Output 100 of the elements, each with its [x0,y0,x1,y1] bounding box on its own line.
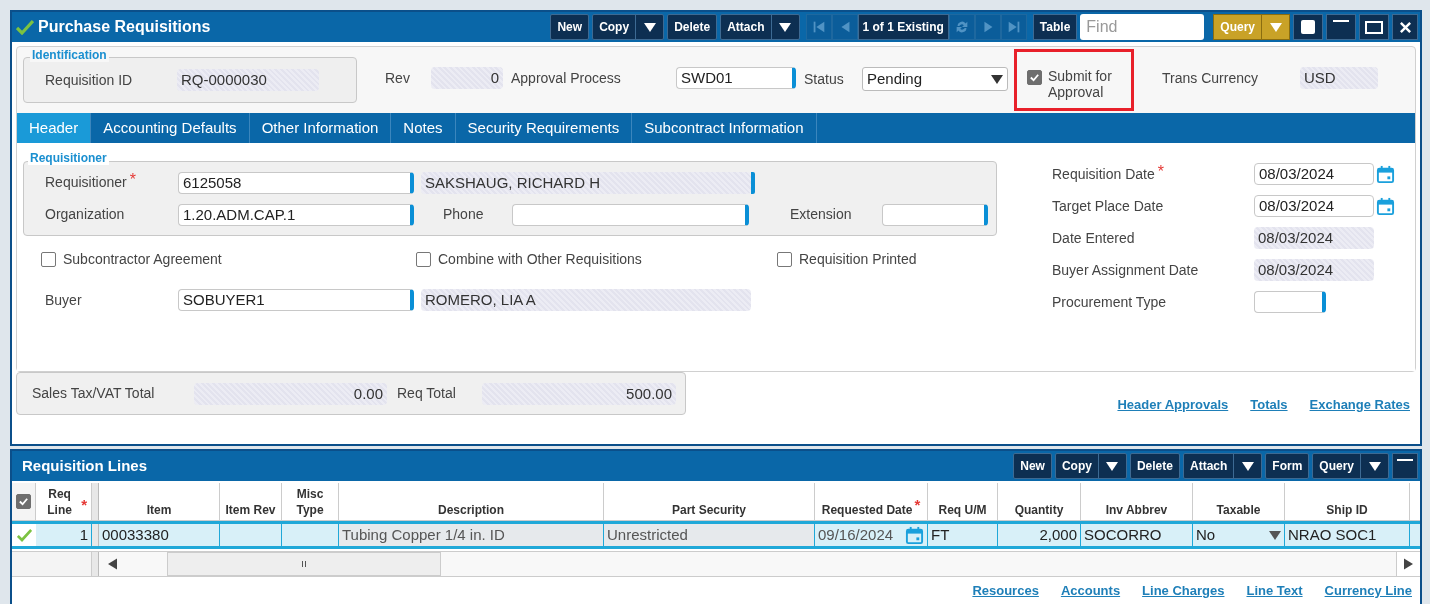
checkbox[interactable] [41,251,56,267]
caret-icon [1269,22,1282,32]
name-field: SAKSHAUG, RICHARD H [421,171,751,194]
calendar-icon[interactable] [905,525,924,545]
toolbar-button[interactable]: Delete [668,15,717,39]
link[interactable]: Line Text [1246,581,1303,601]
column-header[interactable]: Item Rev [220,483,282,520]
field-label: Requisition ID [45,70,133,90]
column-header[interactable]: Taxable [1193,483,1285,520]
text-field[interactable]: SWD01 [676,67,796,89]
link[interactable]: Exchange Rates [1309,394,1410,414]
horizontal-scrollbar[interactable] [99,552,1420,576]
table-cell: SOCORRO [1081,524,1193,546]
table-cell[interactable]: 09/16/2024 [815,524,928,546]
field-label: Procurement Type [1052,292,1167,312]
checkbox-label: Requisition Printed [799,249,917,269]
caret-icon [1368,461,1381,471]
minimize-button[interactable] [1392,453,1418,479]
column-header[interactable]: Description [339,483,604,520]
checkbox[interactable] [16,494,31,509]
column-header[interactable]: Item [99,483,220,520]
column-header[interactable]: Misc Type [282,483,339,520]
record-counter: 1 of 1 Existing [857,14,949,40]
caret-icon [643,22,656,32]
column-header[interactable]: Ship ID [1285,483,1410,520]
link[interactable]: Header Approvals [1117,394,1229,414]
maximize-button[interactable] [1359,14,1389,40]
checkbox[interactable] [777,251,792,267]
checkmark-icon [18,496,29,507]
caret-icon [991,74,1003,84]
caret-icon [1241,461,1254,471]
field-label: Phone [443,205,484,224]
group-legend: Requisitioner [28,151,109,165]
group-legend: Identification [30,48,109,62]
toolbar-button[interactable]: New [551,15,589,39]
table-cell: 00033380 [99,524,220,546]
name-field: ROMERO, LIA A [421,289,751,311]
table-cell: FT [928,524,998,546]
text-field[interactable] [512,203,749,226]
link[interactable]: Resources [972,581,1039,601]
caret-icon [1106,461,1119,471]
required-mark: * [914,497,921,513]
required-mark: * [129,172,136,188]
calendar-icon[interactable] [1376,164,1395,184]
toolbar-button[interactable]: Form [1266,454,1309,478]
column-header[interactable]: Part Security [604,483,815,520]
amount-field: 0.00 [194,382,387,405]
field-label: Buyer Assignment Date [1052,260,1199,280]
table-cell: 2,000 [998,524,1081,546]
column-header[interactable]: Req U/M [928,483,998,520]
field-label: Sales Tax/VAT Total [32,384,155,403]
window-title: Purchase Requisitions [38,17,211,37]
status-select[interactable]: Pending [862,67,1008,91]
checkmark-icon [1029,72,1040,83]
link[interactable]: Accounts [1060,581,1121,601]
field-label: Requisition Date [1052,164,1155,184]
field-label: Target Place Date [1052,196,1164,216]
field-label: Status [804,69,844,89]
checkbox-label: Combine with Other Requisitions [438,249,642,269]
scroll-right-icon[interactable] [1404,558,1413,570]
scroll-left-icon[interactable] [107,558,117,570]
table-cell: Unrestricted [604,524,815,546]
checkbox[interactable] [416,251,431,267]
required-mark: * [1157,163,1164,180]
link[interactable]: Totals [1250,394,1288,414]
toolbar-button[interactable]: Table [1032,14,1078,40]
text-field[interactable] [882,203,988,226]
minimize-button[interactable] [1326,14,1356,40]
section-title: Requisition Lines [22,455,147,476]
link[interactable]: Line Charges [1142,581,1225,601]
text-field[interactable] [1254,291,1326,313]
checkbox-label: Submit for Approval [1048,68,1113,100]
table-cell: NRAO SOC1 [1285,524,1410,546]
toolbar-button[interactable]: Delete [1130,454,1179,478]
field-label: Req Total [397,384,456,403]
column-header[interactable]: Quantity [998,483,1081,520]
text-field[interactable]: SOBUYER1 [178,289,414,311]
amount-field: 500.00 [482,382,676,405]
window-button[interactable] [1293,14,1323,40]
calendar-icon[interactable] [1376,196,1395,216]
table-cell: Tubing Copper 1/4 in. ID [339,524,604,546]
check-icon [16,19,34,35]
text-field[interactable]: 1.20.ADM.CAP.1 [178,203,414,226]
text-field[interactable]: 6125058 [178,171,414,194]
caret-icon [779,22,791,32]
date-field[interactable]: 08/03/2024 [1254,163,1374,185]
field-label: Buyer [45,290,82,310]
table-row[interactable]: 1 00033380 Tubing Copper 1/4 in. ID Unrestricted 09/16/2024 FT 2,000 SOCORRO No NRAO SOC1 [12,521,1420,549]
toolbar-button[interactable]: New [1014,454,1051,478]
link[interactable]: Currency Line [1324,581,1412,601]
checkbox[interactable] [1027,70,1042,85]
find-field[interactable]: Find [1080,14,1205,40]
field-label: Organization [45,205,125,224]
checkbox-label: Subcontractor Agreement [63,249,222,269]
required-mark: * [81,497,87,513]
table-cell[interactable]: No [1193,524,1285,546]
column-header[interactable]: Inv Abbrev [1081,483,1193,520]
field-label: Requisitioner [45,173,127,192]
close-button[interactable] [1392,14,1418,40]
date-field[interactable]: 08/03/2024 [1254,195,1374,217]
